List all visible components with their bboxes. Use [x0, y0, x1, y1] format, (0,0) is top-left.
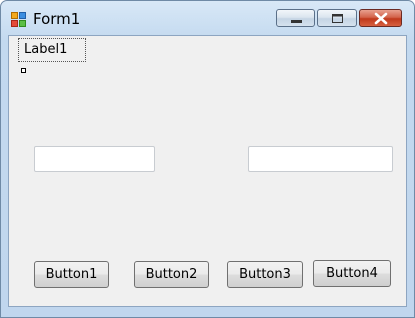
textbox2[interactable]: [248, 146, 393, 172]
close-icon: [374, 12, 388, 25]
window-title: Form1: [33, 10, 81, 28]
app-icon: [11, 12, 26, 27]
maximize-button[interactable]: [317, 9, 357, 27]
button2[interactable]: Button2: [134, 261, 209, 288]
textbox1-input[interactable]: [35, 147, 154, 171]
close-button[interactable]: [359, 9, 402, 27]
textbox1[interactable]: [34, 146, 155, 172]
minimize-button[interactable]: [276, 9, 315, 27]
button3[interactable]: Button3: [227, 261, 303, 288]
form1-window: Form1 Label1 Button1 Button2 Button3 But…: [0, 0, 415, 318]
label1[interactable]: Label1: [18, 38, 86, 62]
textbox2-input[interactable]: [249, 147, 392, 171]
selection-handle[interactable]: [21, 68, 26, 73]
title-bar[interactable]: Form1: [1, 1, 414, 35]
button4[interactable]: Button4: [313, 260, 391, 287]
minimize-icon: [291, 20, 302, 23]
button1[interactable]: Button1: [34, 261, 109, 288]
maximize-icon: [332, 14, 343, 23]
